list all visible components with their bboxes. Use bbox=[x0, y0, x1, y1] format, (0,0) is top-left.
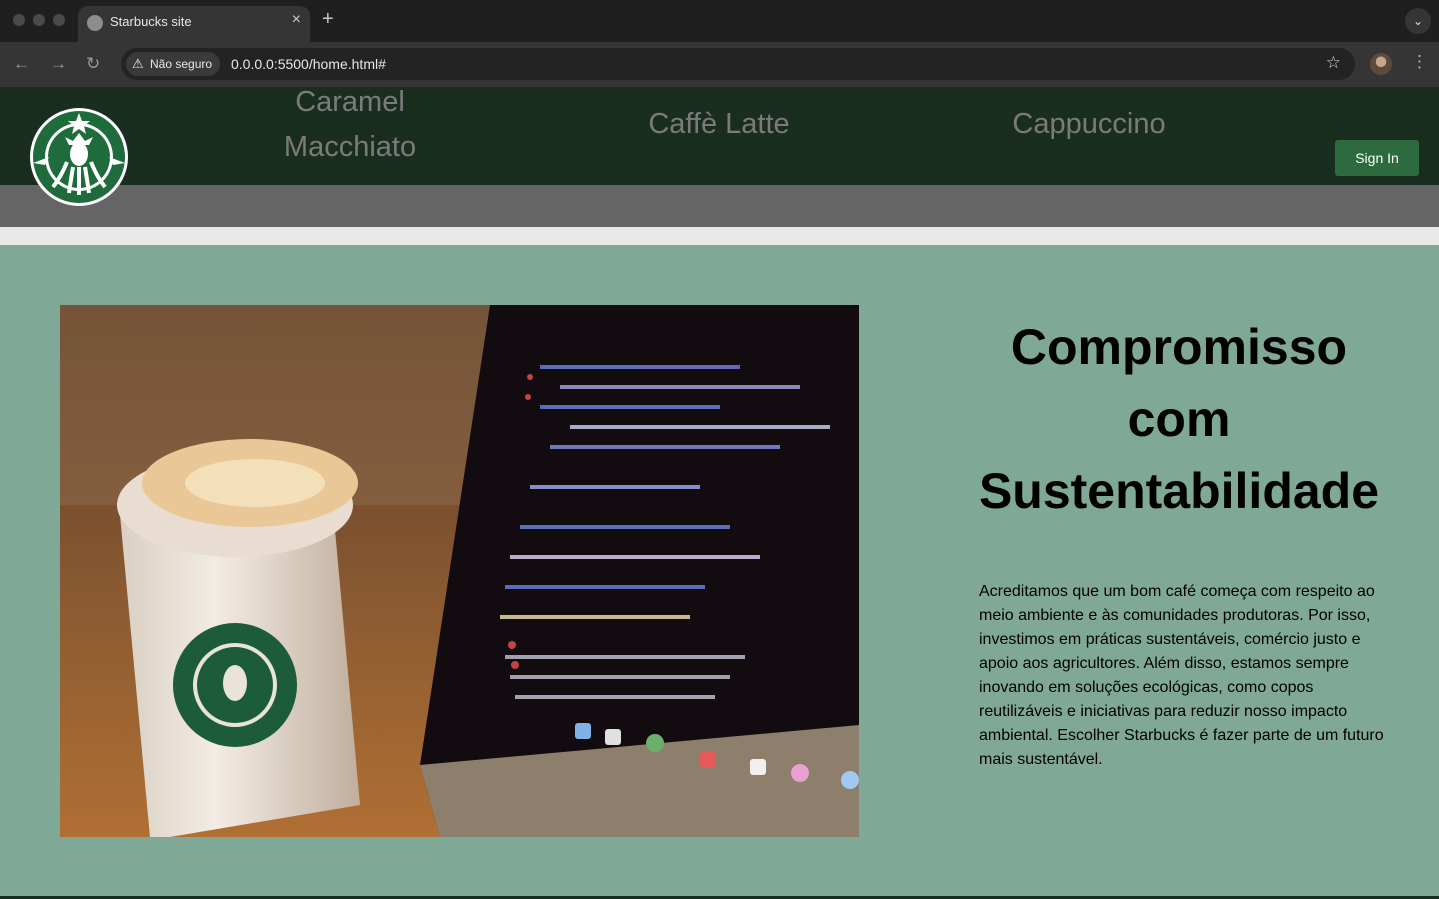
browser-tab[interactable]: Starbucks site × bbox=[78, 6, 310, 42]
coffee-laptop-image bbox=[60, 305, 859, 837]
window-zoom-icon[interactable] bbox=[53, 14, 65, 26]
browser-toolbar: ← → ↻ ⚠ Não seguro 0.0.0.0:5500/home.htm… bbox=[0, 42, 1439, 87]
light-divider bbox=[0, 227, 1439, 245]
forward-icon[interactable]: → bbox=[50, 54, 67, 74]
security-label: Não seguro bbox=[150, 57, 213, 71]
sign-in-button[interactable]: Sign In bbox=[1335, 140, 1419, 176]
warning-icon: ⚠ bbox=[132, 56, 144, 71]
address-bar[interactable]: ⚠ Não seguro 0.0.0.0:5500/home.html# ☆ bbox=[121, 48, 1355, 80]
starbucks-logo[interactable] bbox=[29, 107, 129, 207]
nav-item-caffe-latte[interactable]: Caffè Latte bbox=[619, 102, 819, 147]
globe-icon bbox=[87, 15, 103, 31]
reload-icon[interactable]: ↻ bbox=[86, 54, 100, 74]
close-tab-icon[interactable]: × bbox=[292, 11, 301, 29]
sustainability-paragraph: Acreditamos que um bom café começa com r… bbox=[979, 583, 1384, 768]
url-text[interactable]: 0.0.0.0:5500/home.html# bbox=[231, 56, 386, 72]
new-tab-icon[interactable]: + bbox=[322, 8, 334, 31]
window-minimize-icon[interactable] bbox=[33, 14, 45, 26]
chevron-down-icon[interactable]: ⌄ bbox=[1405, 8, 1431, 34]
browser-tab-strip: Starbucks site × + ⌄ bbox=[0, 0, 1439, 42]
page: Caramel Macchiato Caffè Latte Cappuccino… bbox=[0, 86, 1439, 899]
nav-item-cappuccino[interactable]: Cappuccino bbox=[989, 102, 1189, 147]
back-icon[interactable]: ← bbox=[13, 54, 30, 74]
nav-item-caramel-macchiato[interactable]: Caramel Macchiato bbox=[250, 80, 450, 170]
bookmark-star-icon[interactable]: ☆ bbox=[1326, 53, 1341, 73]
security-chip[interactable]: ⚠ Não seguro bbox=[126, 52, 221, 76]
profile-avatar[interactable] bbox=[1370, 53, 1392, 75]
page-heading: Compromisso com Sustentabilidade bbox=[978, 319, 1380, 519]
tab-title: Starbucks site bbox=[110, 14, 192, 29]
window-close-icon[interactable] bbox=[13, 14, 25, 26]
gray-banner bbox=[0, 185, 1439, 227]
menu-kebab-icon[interactable]: ⋮ bbox=[1411, 52, 1428, 72]
